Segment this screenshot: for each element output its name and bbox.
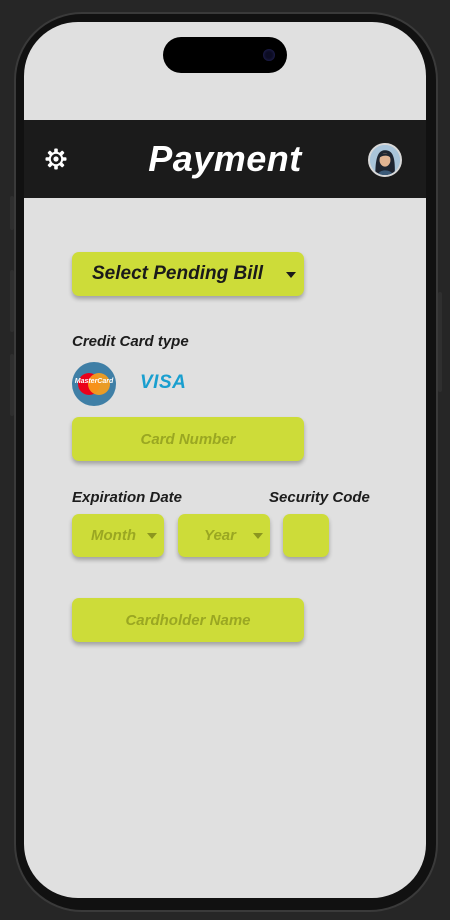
mastercard-option[interactable]: MasterCard [72,362,116,406]
chevron-down-icon [147,533,157,539]
month-select[interactable]: Month [72,514,164,557]
year-placeholder: Year [204,527,236,544]
app-header: Payment [24,120,426,198]
chevron-down-icon [286,272,296,278]
action-button [10,196,14,230]
security-code-input[interactable] [283,514,329,557]
expiration-date-label: Expiration Date [72,489,183,506]
credit-card-type-label: Credit Card type [72,333,189,350]
app-screen: Payment Select Pending Bill Credit Card … [24,22,426,898]
card-number-input[interactable]: Card Number [72,417,304,461]
dynamic-island [163,37,287,73]
cardholder-name-placeholder: Cardholder Name [125,611,251,629]
select-pending-bill-dropdown[interactable]: Select Pending Bill [72,252,304,296]
power-button [438,292,442,392]
volume-down-button [10,354,14,416]
security-code-label: Security Code [269,489,370,506]
year-select[interactable]: Year [178,514,270,557]
camera-icon [263,49,275,61]
volume-up-button [10,270,14,332]
cardholder-name-input[interactable]: Cardholder Name [72,598,304,642]
page-title: Payment [148,138,302,179]
avatar[interactable] [368,143,402,177]
chevron-down-icon [253,533,263,539]
month-placeholder: Month [91,527,136,544]
user-avatar-icon [370,145,400,175]
card-number-placeholder: Card Number [140,430,236,448]
mastercard-text: MasterCard [74,378,114,385]
select-pending-bill-label: Select Pending Bill [92,263,264,284]
visa-option[interactable]: VISA [140,372,186,394]
